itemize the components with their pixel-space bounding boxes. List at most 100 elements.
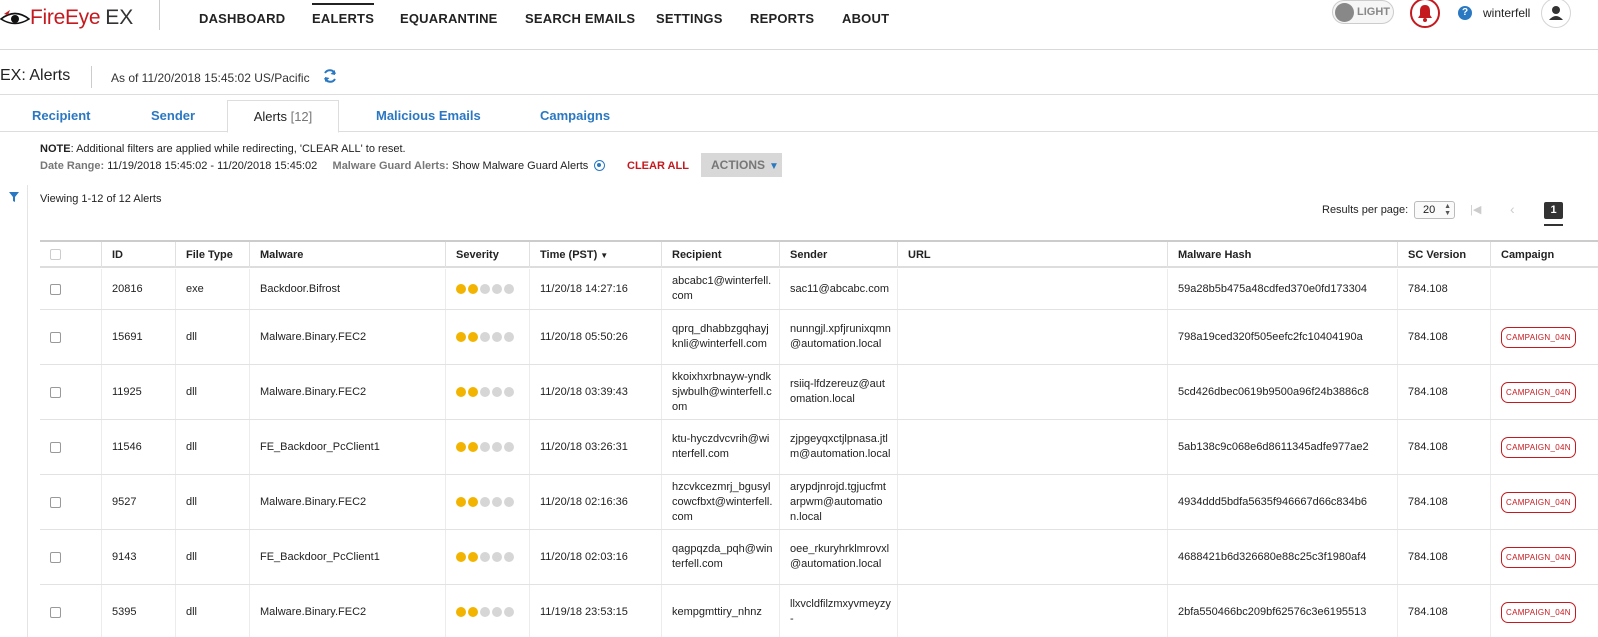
actions-dropdown[interactable]: ACTIONS ▼ (701, 153, 782, 177)
sc-value: 784.108 (1408, 282, 1448, 295)
col-id[interactable]: ID (101, 242, 175, 268)
malware-guard-icon[interactable] (594, 160, 606, 171)
tab-recipient[interactable]: Recipient (32, 108, 91, 123)
cell-url (897, 475, 1167, 529)
refresh-icon[interactable] (322, 68, 338, 84)
table-row[interactable]: 5395 dll Malware.Binary.FEC2 11/19/18 23:53… (40, 585, 1598, 637)
product-name: EX (105, 6, 134, 29)
nav-search-emails[interactable]: SEARCH EMAILS (525, 11, 635, 26)
nav-reports[interactable]: REPORTS (750, 11, 814, 26)
row-checkbox[interactable] (50, 386, 61, 398)
tab-sender[interactable]: Sender (151, 108, 195, 123)
table-row[interactable]: 9527 dll Malware.Binary.FEC2 11/20/18 02:16… (40, 475, 1598, 530)
row-checkbox[interactable] (50, 283, 61, 295)
sender-value: sac11@abcabc.com (790, 282, 890, 295)
hash-value[interactable]: 5cd426dbec0619b9500a96f24b3886c8 (1178, 385, 1369, 400)
campaign-badge[interactable]: CAMPAIGN_04N (1501, 546, 1576, 568)
cell-sc: 784.108 (1397, 530, 1490, 584)
date-range-value: 11/19/2018 15:45:02 - 11/20/2018 15:45:0… (107, 160, 318, 172)
fireeye-logo[interactable]: FireEye EX (0, 4, 133, 32)
hash-value[interactable]: 2bfa550466bc209bf62576c3e6195513 (1178, 605, 1366, 620)
col-file-type[interactable]: File Type (175, 242, 249, 268)
current-page[interactable]: 1 (1544, 202, 1563, 219)
campaign-badge[interactable]: CAMPAIGN_04N (1501, 326, 1576, 348)
severity-dot (456, 497, 466, 507)
col-recipient[interactable]: Recipient (661, 242, 779, 268)
malware-value[interactable]: Malware.Binary.FEC2 (260, 385, 366, 400)
malware-value[interactable]: Malware.Binary.FEC2 (260, 605, 366, 620)
filter-icon[interactable] (6, 189, 22, 205)
first-page-icon[interactable]: |◀ (1470, 203, 1481, 216)
prev-page-icon[interactable]: ‹ (1510, 201, 1515, 217)
nav-settings[interactable]: SETTINGS (656, 11, 723, 26)
toggle-knob (1335, 3, 1354, 22)
col-malware-hash[interactable]: Malware Hash (1167, 242, 1397, 268)
row-checkbox[interactable] (50, 606, 61, 618)
help-icon[interactable]: ? (1458, 6, 1472, 20)
type-value: dll (186, 440, 198, 453)
cell-time: 11/20/18 02:03:16 (529, 530, 661, 584)
malware-value[interactable]: FE_Backdoor_PcClient1 (260, 440, 380, 455)
nav-about[interactable]: ABOUT (842, 11, 889, 26)
theme-toggle[interactable]: LIGHT (1332, 0, 1394, 24)
nav-equarantine[interactable]: EQUARANTINE (400, 11, 498, 26)
cell-recipient: kempgmttiry_nhnz (661, 585, 779, 637)
hash-value[interactable]: 4688421b6d326680e88c25c3f1980af4 (1178, 550, 1366, 565)
campaign-badge[interactable]: CAMPAIGN_04N (1501, 601, 1576, 623)
table-row[interactable]: 20816 exe Backdoor.Bifrost 11/20/18 14:27:1… (40, 269, 1598, 310)
malware-value[interactable]: Malware.Binary.FEC2 (260, 330, 366, 345)
severity-dot (456, 552, 466, 562)
col-sc-version[interactable]: SC Version (1397, 242, 1490, 268)
hash-value[interactable]: 5ab138c9c068e6d8611345adfe977ae2 (1178, 440, 1369, 455)
cell-hash: 2bfa550466bc209bf62576c3e6195513 (1167, 585, 1397, 637)
malware-value[interactable]: Malware.Binary.FEC2 (260, 495, 366, 510)
nav-ealerts[interactable]: EALERTS (312, 3, 375, 26)
table-row[interactable]: 11925 dll Malware.Binary.FEC2 11/20/18 03:3… (40, 365, 1598, 420)
malware-guard-label: Malware Guard Alerts: (332, 160, 449, 172)
campaign-badge[interactable]: CAMPAIGN_04N (1501, 381, 1576, 403)
select-all-checkbox[interactable] (50, 249, 61, 260)
header-divider (91, 66, 92, 88)
hash-value[interactable]: 798a19ced320f505eefc2fc10404190a (1178, 330, 1363, 345)
notifications-button[interactable] (1410, 0, 1440, 28)
view-tabs: Recipient Sender Alerts [12] Malicious E… (0, 96, 1598, 133)
clear-all-button[interactable]: CLEAR ALL (627, 160, 689, 172)
campaign-badge[interactable]: CAMPAIGN_04N (1501, 491, 1576, 513)
hash-value[interactable]: 4934ddd5bdfa5635f946667d66c834b6 (1178, 495, 1367, 510)
col-campaign[interactable]: Campaign (1490, 242, 1598, 268)
col-severity[interactable]: Severity (445, 242, 529, 268)
results-per-page-select[interactable]: 20 ▲ ▼ (1414, 201, 1455, 219)
id-value: 11546 (112, 440, 142, 453)
table-row[interactable]: 15691 dll Malware.Binary.FEC2 11/20/18 05:5… (40, 310, 1598, 365)
tab-malicious-emails[interactable]: Malicious Emails (376, 108, 481, 123)
row-checkbox[interactable] (50, 551, 61, 563)
row-checkbox[interactable] (50, 441, 61, 453)
cell-severity (445, 310, 529, 364)
severity-dot (456, 442, 466, 452)
note-text: : Additional filters are applied while r… (70, 143, 406, 155)
table-row[interactable]: 11546 dll FE_Backdoor_PcClient1 11/20/18 03… (40, 420, 1598, 475)
malware-value[interactable]: Backdoor.Bifrost (260, 282, 340, 297)
severity-dot (492, 284, 502, 294)
row-checkbox[interactable] (50, 496, 61, 508)
nav-dashboard[interactable]: DASHBOARD (199, 11, 285, 26)
cell-url (897, 530, 1167, 584)
cell-malware: Malware.Binary.FEC2 (249, 310, 445, 364)
tab-campaigns[interactable]: Campaigns (540, 108, 610, 123)
col-malware[interactable]: Malware (249, 242, 445, 268)
col-time[interactable]: Time (PST) ▼ (529, 242, 661, 268)
col-url[interactable]: URL (897, 242, 1167, 268)
sc-value: 784.108 (1408, 440, 1448, 453)
row-checkbox[interactable] (50, 331, 61, 343)
col-sender[interactable]: Sender (779, 242, 897, 268)
malware-value[interactable]: FE_Backdoor_PcClient1 (260, 550, 380, 565)
username[interactable]: winterfell (1483, 6, 1530, 20)
cell-hash: 798a19ced320f505eefc2fc10404190a (1167, 310, 1397, 364)
tab-alerts[interactable]: Alerts [12] (227, 100, 339, 133)
hash-value[interactable]: 59a28b5b475a48cdfed370e0fd173304 (1178, 282, 1367, 297)
table-row[interactable]: 9143 dll FE_Backdoor_PcClient1 11/20/18 02:… (40, 530, 1598, 585)
user-menu-button[interactable] (1541, 0, 1571, 28)
campaign-badge[interactable]: CAMPAIGN_04N (1501, 436, 1576, 458)
cell-sender: rsiiq-lfdzereuz@automation.local (779, 365, 897, 419)
cell-sender: zjpgeyqxctjlpnasa.jtlm@automation.local (779, 420, 897, 474)
